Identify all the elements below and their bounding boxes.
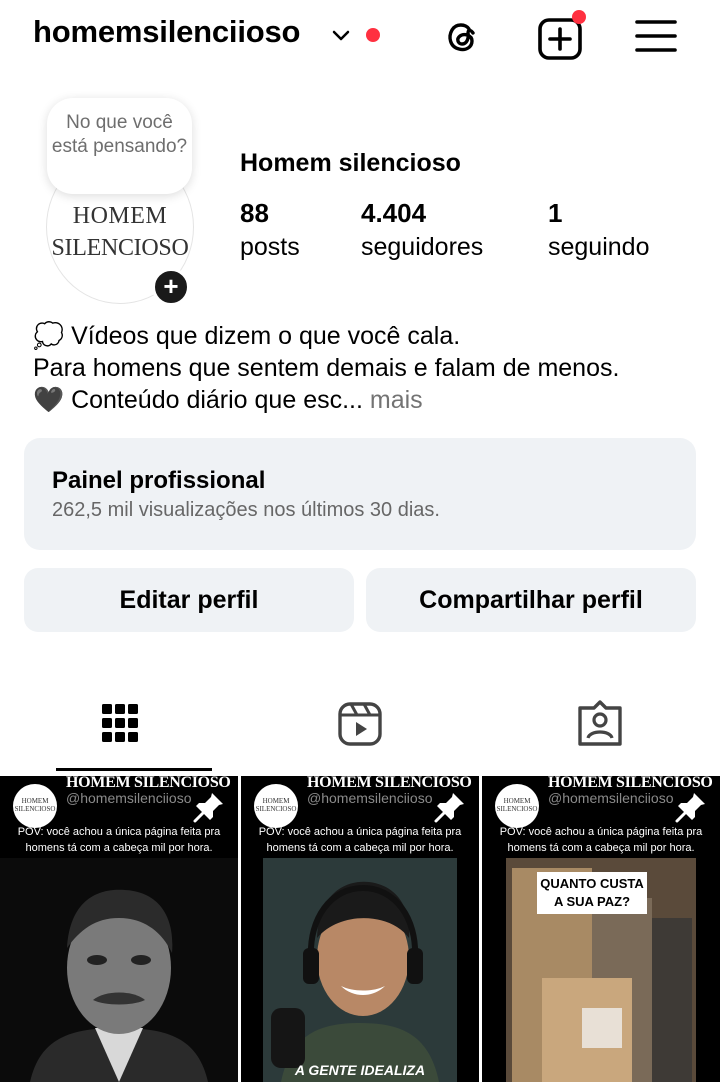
notification-dot <box>366 28 380 42</box>
chevron-down-icon[interactable] <box>330 24 352 46</box>
username[interactable]: homemsilenciioso <box>33 14 300 50</box>
threads-icon[interactable] <box>440 14 484 58</box>
bio-line: Para homens que sentem demais e falam de… <box>33 354 620 382</box>
avatar-text-line1: HOMEM <box>72 203 168 229</box>
notification-dot <box>572 10 586 24</box>
stat-label: posts <box>240 233 300 261</box>
stat-followers[interactable]: 4.404 seguidores <box>361 198 483 262</box>
edit-profile-button[interactable]: Editar perfil <box>24 568 354 632</box>
post-caption: POV: você achou a única página feita pra… <box>499 826 703 854</box>
stat-value: 88 <box>240 198 269 228</box>
professional-dashboard[interactable]: Painel profissional 262,5 mil visualizaç… <box>24 438 696 550</box>
pin-icon <box>675 793 705 823</box>
post-logo: HOMEM SILENCIOSO <box>254 784 298 828</box>
stat-label: seguidores <box>361 233 484 261</box>
stat-label: seguindo <box>548 233 650 261</box>
new-post-button[interactable] <box>536 10 586 62</box>
display-name: Homem silencioso <box>240 149 461 177</box>
post-handle: @homemsilenciioso <box>307 790 433 806</box>
bio-line: 💭 Vídeos que dizem o que você cala. <box>33 322 461 350</box>
note-bubble[interactable]: No que você está pensando? <box>47 98 192 194</box>
stat-posts[interactable]: 88 posts <box>240 198 300 262</box>
avatar-text-line2: SILENCIOSO <box>51 235 189 261</box>
pin-icon <box>193 793 223 823</box>
bio-line-last: 🖤 Conteúdo diário que esc... mais <box>33 384 693 416</box>
tagged-icon[interactable] <box>576 698 624 750</box>
post-tile[interactable]: HOMEM SILENCIOSO HOMEM SILENCIOSO @homem… <box>241 776 479 1082</box>
post-logo: HOMEM SILENCIOSO <box>495 784 539 828</box>
post-tile[interactable]: HOMEM SILENCIOSO HOMEM SILENCIOSO @homem… <box>0 776 238 1082</box>
panel-subtitle: 262,5 mil visualizações nos últimos 30 d… <box>52 499 440 521</box>
bio-line: 🖤 Conteúdo diário que esc... <box>33 386 363 414</box>
stat-following[interactable]: 1 seguindo <box>548 198 649 262</box>
pin-icon <box>434 793 464 823</box>
stat-value: 1 <box>548 198 563 228</box>
profile-header: homemsilenciioso <box>0 0 720 72</box>
bio-more-link[interactable]: mais <box>363 386 423 414</box>
post-overlay-text: A GENTE IDEALIZA <box>294 1062 426 1078</box>
share-profile-button[interactable]: Compartilhar perfil <box>366 568 696 632</box>
panel-title: Painel profissional <box>52 467 266 494</box>
post-caption: POV: você achou a única página feita pra… <box>17 826 221 854</box>
post-handle: @homemsilenciioso <box>66 790 192 806</box>
active-tab-indicator <box>56 768 212 771</box>
reels-icon[interactable] <box>336 698 384 750</box>
add-story-button[interactable]: + <box>152 268 190 306</box>
post-tile[interactable]: HOMEM SILENCIOSO HOMEM SILENCIOSO @homem… <box>482 776 720 1082</box>
bio: 💭 Vídeos que dizem o que você cala. Para… <box>33 320 693 416</box>
post-image-man-portrait <box>0 858 238 1082</box>
post-caption: POV: você achou a única página feita pra… <box>258 826 462 854</box>
post-image-podcast <box>263 858 457 1082</box>
menu-icon[interactable] <box>634 16 678 56</box>
post-logo: HOMEM SILENCIOSO <box>13 784 57 828</box>
post-handle: @homemsilenciioso <box>548 790 674 806</box>
stat-value: 4.404 <box>361 198 427 228</box>
post-overlay-text: QUANTO CUSTA A SUA PAZ? <box>537 872 647 914</box>
grid-icon[interactable] <box>96 698 144 750</box>
